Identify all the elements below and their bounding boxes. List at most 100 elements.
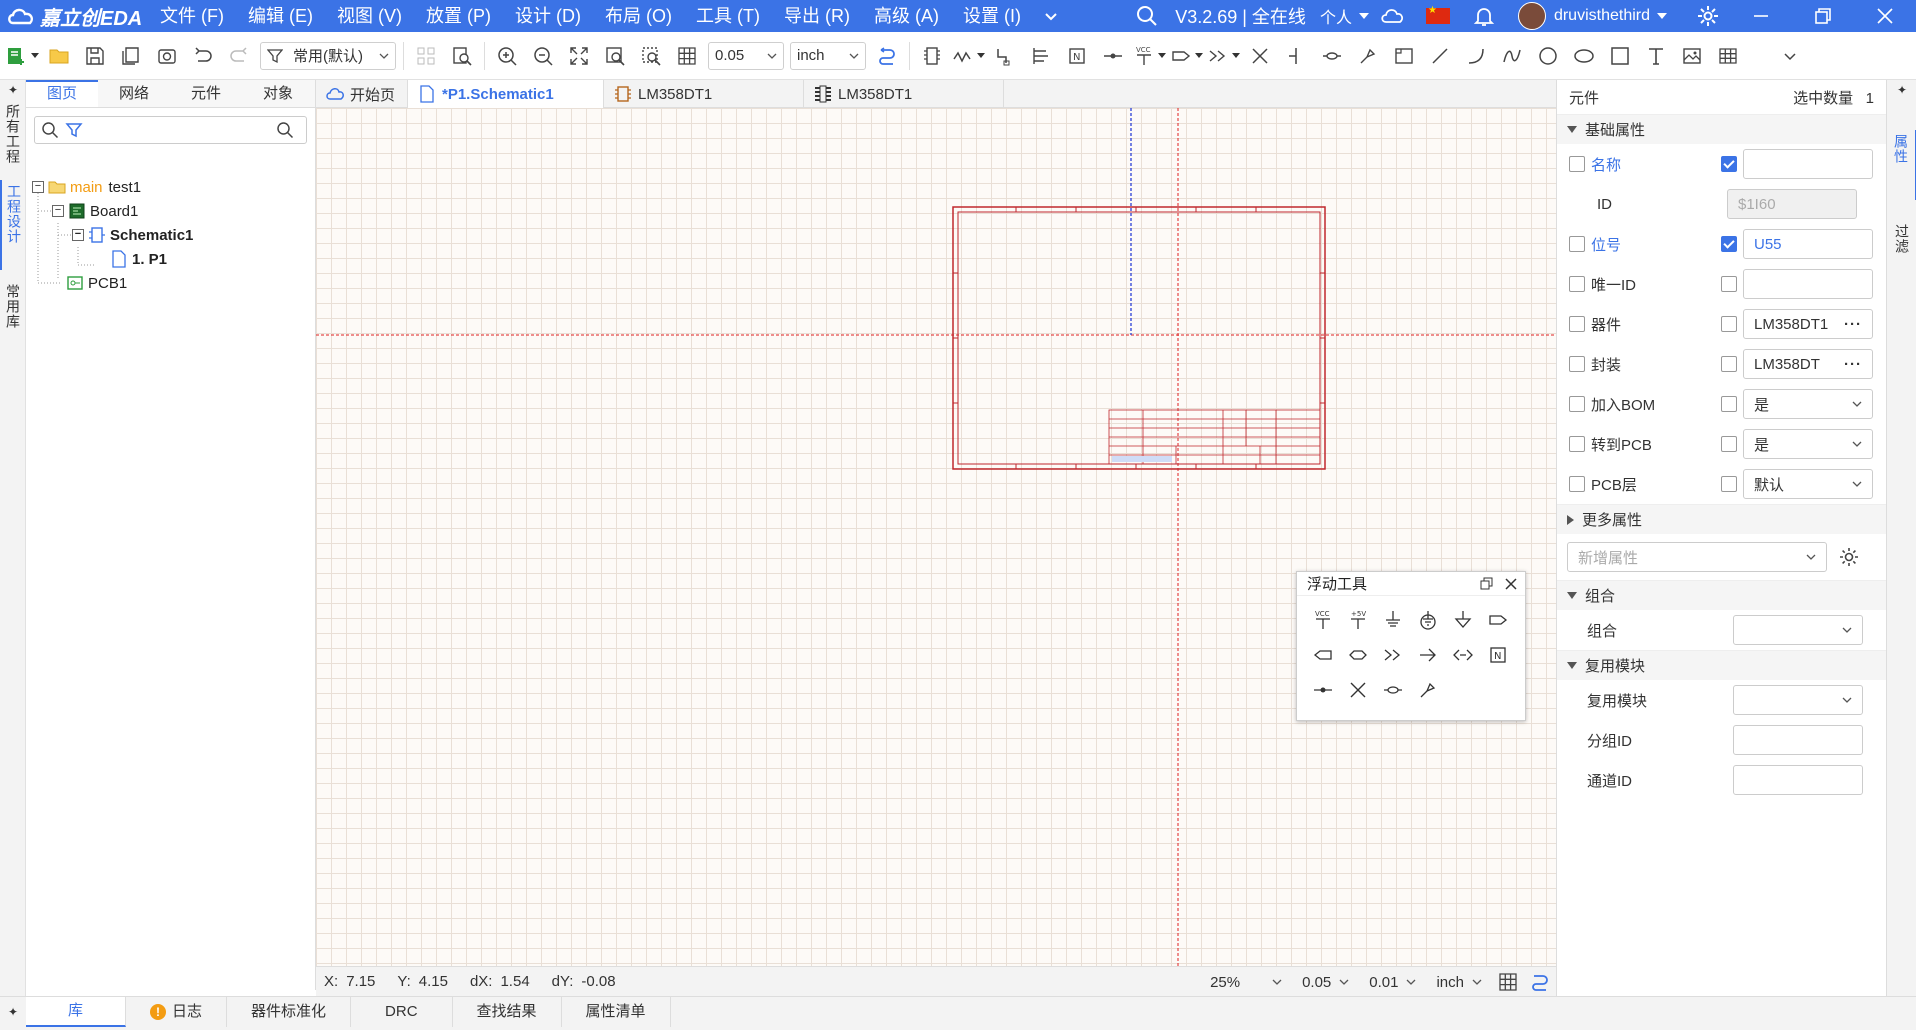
- gear-icon[interactable]: [1696, 4, 1720, 28]
- prop-device-field[interactable]: LM358DT1 ···: [1743, 309, 1873, 339]
- floating-tool-header[interactable]: 浮动工具: [1297, 572, 1525, 596]
- prop-footprint-field[interactable]: LM358DT ···: [1743, 349, 1873, 379]
- show-designator-checkbox[interactable]: [1569, 236, 1585, 252]
- place-rectangle-button[interactable]: [1602, 38, 1638, 74]
- language-flag-icon[interactable]: [1425, 5, 1450, 24]
- prop-name-field[interactable]: [1743, 149, 1873, 179]
- username[interactable]: druvisthethird: [1554, 7, 1650, 25]
- menu-place[interactable]: 放置 (P): [414, 0, 503, 32]
- menu-file[interactable]: 文件 (F): [148, 0, 236, 32]
- prop-channel-id-field[interactable]: [1733, 765, 1863, 795]
- prop-add-bom-select[interactable]: 是: [1743, 389, 1873, 419]
- place-no-connect-button[interactable]: [1242, 38, 1278, 74]
- menu-settings[interactable]: 设置 (I): [951, 0, 1033, 32]
- section-more-props[interactable]: 更多属性: [1557, 504, 1886, 534]
- vtab-all-projects[interactable]: 所有工程: [0, 100, 26, 180]
- collapse-toggle-icon[interactable]: −: [32, 181, 44, 193]
- sheet-frame[interactable]: [952, 206, 1326, 470]
- menu-edit[interactable]: 编辑 (E): [236, 0, 325, 32]
- float-netflag-right-button[interactable]: [1480, 602, 1515, 637]
- place-short-flag-button[interactable]: [1314, 38, 1350, 74]
- visible-to-pcb-checkbox[interactable]: [1721, 436, 1737, 452]
- place-bus-button[interactable]: [1023, 38, 1059, 74]
- vtab-common-library[interactable]: 常用库: [0, 280, 26, 350]
- vtab-filter[interactable]: 过滤: [1887, 220, 1916, 280]
- workspace-caret-icon[interactable]: [1358, 10, 1370, 22]
- save-button[interactable]: [77, 38, 113, 74]
- tab-symbol-lm358dt1[interactable]: LM358DT1: [604, 80, 804, 108]
- float-netflag-left-button[interactable]: [1305, 637, 1340, 672]
- pin-icon[interactable]: ✦: [1887, 80, 1916, 100]
- section-basic-props[interactable]: 基础属性: [1557, 114, 1886, 144]
- gear-icon[interactable]: [1837, 545, 1861, 569]
- filter-icon[interactable]: [65, 121, 83, 139]
- collapse-toggle-icon[interactable]: −: [72, 229, 84, 241]
- show-name-checkbox[interactable]: [1569, 156, 1585, 172]
- visible-unique-id-checkbox[interactable]: [1721, 276, 1737, 292]
- status-snap-select[interactable]: 0.01: [1369, 974, 1416, 991]
- menu-advanced[interactable]: 高级 (A): [862, 0, 951, 32]
- save-all-button[interactable]: [113, 38, 149, 74]
- grid-toggle-button[interactable]: [669, 38, 705, 74]
- float-netflag-bidir-button[interactable]: [1340, 637, 1375, 672]
- menu-view[interactable]: 视图 (V): [325, 0, 414, 32]
- new-project-button[interactable]: [4, 38, 41, 74]
- place-bezier-button[interactable]: [1494, 38, 1530, 74]
- snap-toggle-button[interactable]: [869, 38, 905, 74]
- tree-pcb[interactable]: PCB1: [66, 272, 127, 294]
- open-button[interactable]: [41, 38, 77, 74]
- floating-tool-panel[interactable]: 浮动工具 VCC +5V N: [1296, 571, 1526, 721]
- show-add-bom-checkbox[interactable]: [1569, 396, 1585, 412]
- place-arc-button[interactable]: [1458, 38, 1494, 74]
- more-menu-chevron-icon[interactable]: [1039, 4, 1063, 28]
- collapse-toggle-icon[interactable]: −: [52, 205, 64, 217]
- visible-pcb-layer-checkbox[interactable]: [1721, 476, 1737, 492]
- tab-start-page[interactable]: 开始页: [316, 80, 408, 108]
- visible-device-checkbox[interactable]: [1721, 316, 1737, 332]
- tab-find-results[interactable]: 查找结果: [453, 997, 562, 1027]
- place-wire-button[interactable]: [950, 38, 987, 74]
- menu-layout[interactable]: 布局 (O): [593, 0, 684, 32]
- float-net-port-button[interactable]: [1305, 672, 1340, 707]
- tab-objects[interactable]: 对象: [242, 80, 314, 107]
- filter-select[interactable]: 常用(默认): [260, 41, 396, 70]
- float-signal-ground-button[interactable]: [1445, 602, 1480, 637]
- tab-pages[interactable]: 图页: [26, 80, 98, 107]
- grid-icon[interactable]: [1497, 971, 1519, 993]
- place-image-button[interactable]: [1674, 38, 1710, 74]
- pin-icon[interactable]: ✦: [0, 80, 26, 100]
- app-logo[interactable]: 嘉立创EDA: [0, 2, 148, 31]
- tab-footprint-lm358dt1[interactable]: LM358DT1: [804, 80, 1004, 108]
- close-icon[interactable]: [1503, 576, 1519, 592]
- float-arrow-right-button[interactable]: [1410, 637, 1445, 672]
- zoom-out-button[interactable]: [525, 38, 561, 74]
- zoom-select[interactable]: 25%: [1210, 974, 1282, 991]
- place-junction-button[interactable]: [1278, 38, 1314, 74]
- dock-icon[interactable]: [1479, 576, 1495, 592]
- tree-page[interactable]: 1. P1: [110, 248, 167, 270]
- prop-group-id-field[interactable]: [1733, 725, 1863, 755]
- place-rectangle-frame-button[interactable]: [1386, 38, 1422, 74]
- tab-schematic-p1[interactable]: *P1.Schematic1: [408, 80, 604, 108]
- float-probe-button[interactable]: [1410, 672, 1445, 707]
- tab-nets[interactable]: 网络: [98, 80, 170, 107]
- visible-add-bom-checkbox[interactable]: [1721, 396, 1737, 412]
- zoom-in-button[interactable]: [489, 38, 525, 74]
- find-button[interactable]: [444, 38, 480, 74]
- schematic-canvas[interactable]: [316, 108, 1556, 966]
- place-text-button[interactable]: [1638, 38, 1674, 74]
- unit-select[interactable]: inch: [790, 41, 866, 70]
- show-unique-id-checkbox[interactable]: [1569, 276, 1585, 292]
- tab-components[interactable]: 元件: [170, 80, 242, 107]
- place-net-label-button[interactable]: N: [1059, 38, 1095, 74]
- prop-pcb-layer-select[interactable]: 默认: [1743, 469, 1873, 499]
- prop-unique-id-field[interactable]: [1743, 269, 1873, 299]
- place-signal-button[interactable]: [1205, 38, 1242, 74]
- section-reuse[interactable]: 复用模块: [1557, 650, 1886, 680]
- place-circle-button[interactable]: [1530, 38, 1566, 74]
- tab-log[interactable]: ! 日志: [126, 997, 228, 1027]
- float-signal-button[interactable]: [1375, 637, 1410, 672]
- grid-size-select[interactable]: 0.05: [708, 41, 784, 70]
- show-to-pcb-checkbox[interactable]: [1569, 436, 1585, 452]
- show-footprint-checkbox[interactable]: [1569, 356, 1585, 372]
